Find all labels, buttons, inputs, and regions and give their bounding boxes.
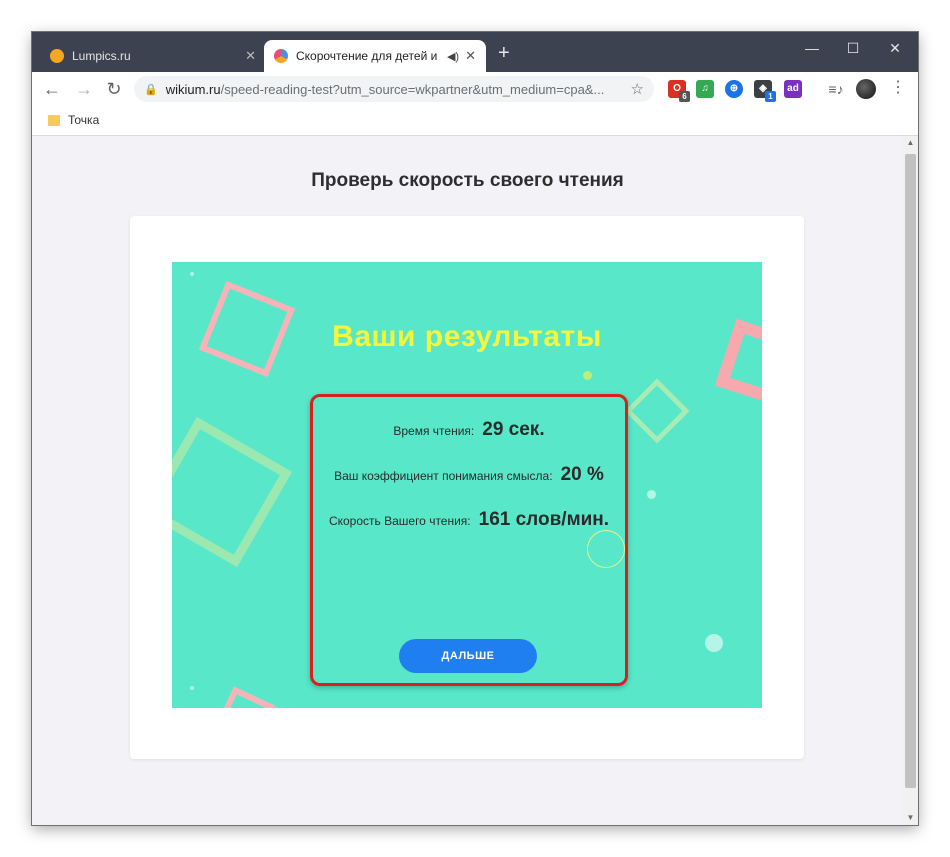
reading-time-row: Время чтения: 29 сек. <box>313 419 625 441</box>
scroll-up-icon[interactable]: ▲ <box>903 136 918 150</box>
scroll-down-icon[interactable]: ▼ <box>903 811 918 825</box>
decor-dot <box>705 634 723 652</box>
tab-strip: Lumpics.ru ✕ Скорочтение для детей и в ◀… <box>32 32 918 72</box>
decor-square <box>172 416 293 568</box>
lock-icon: 🔒 <box>144 83 158 96</box>
scroll-thumb[interactable] <box>905 154 916 788</box>
scrollbar[interactable]: ▲ ▼ <box>903 136 918 825</box>
adblock-icon[interactable]: ad <box>784 80 802 98</box>
forward-arrow-icon[interactable]: → <box>72 77 96 101</box>
speed-label: Скорость Вашего чтения: <box>328 514 471 528</box>
results-panel-highlight: Время чтения: 29 сек. Ваш коэффициент пон… <box>310 394 628 686</box>
extension-badge: 6 <box>679 91 690 102</box>
comprehension-label: Ваш коэффициент понимания смысла: <box>334 469 553 483</box>
speed-row: Скорость Вашего чтения: 161 слов/мин. <box>313 509 625 531</box>
decor-dot <box>583 371 592 380</box>
close-icon[interactable]: ✕ <box>465 48 476 64</box>
url-host: wikium.ru <box>165 81 221 97</box>
bookmark-label: Точка <box>68 113 100 127</box>
music-icon[interactable]: ♫ <box>696 80 714 98</box>
maximize-button[interactable]: ☐ <box>838 36 868 60</box>
avatar[interactable] <box>856 79 876 99</box>
reload-icon[interactable]: ↻ <box>102 77 126 101</box>
page-title: Проверь скорость своего чтения <box>311 170 624 191</box>
menu-kebab-icon[interactable]: ⋮ <box>890 77 906 97</box>
test-card: Ваши результаты Время чтения: 29 сек. Ваш… <box>130 216 804 759</box>
bookmark-star-icon[interactable]: ☆ <box>631 80 644 98</box>
media-control-icon[interactable]: ≡♪ <box>824 77 848 101</box>
results-title: Ваши результаты <box>332 320 602 353</box>
tab-title: Lumpics.ru <box>72 49 131 63</box>
address-bar[interactable]: 🔒 wikium.ru /speed-reading-test?utm_sour… <box>134 76 654 102</box>
url-path: /speed-reading-test?utm_source=wkpartner… <box>220 81 605 97</box>
globe-icon[interactable]: ⊕ <box>725 80 743 98</box>
minimize-button[interactable]: — <box>797 36 827 60</box>
cube-icon[interactable]: ◈ 1 <box>754 80 776 102</box>
results-screen: Ваши результаты Время чтения: 29 сек. Ваш… <box>172 262 762 708</box>
bookmarks-bar: Точка <box>32 106 918 136</box>
speaker-icon[interactable]: ◀) <box>447 50 459 63</box>
lumpics-favicon-icon <box>50 49 64 63</box>
close-window-button[interactable]: ✕ <box>880 36 910 60</box>
comprehension-value: 20 % <box>560 464 604 485</box>
extension-badge: 1 <box>765 91 776 102</box>
comprehension-row: Ваш коэффициент понимания смысла: 20 % <box>313 464 625 486</box>
close-icon[interactable]: ✕ <box>245 48 256 64</box>
tab-wikium[interactable]: Скорочтение для детей и в ◀) ✕ <box>264 40 486 72</box>
folder-icon <box>48 114 60 126</box>
tab-lumpics[interactable]: Lumpics.ru ✕ <box>40 40 266 72</box>
next-button[interactable]: ДАЛЬШЕ <box>399 639 537 673</box>
bookmark-folder[interactable]: Точка <box>48 113 99 127</box>
new-tab-button[interactable]: + <box>498 43 510 63</box>
decor-square <box>624 378 690 444</box>
wikium-favicon-icon <box>274 49 288 63</box>
reading-time-value: 29 сек. <box>482 419 545 440</box>
reading-time-label: Время чтения: <box>393 424 475 438</box>
decor-square <box>214 686 276 708</box>
page-content: Проверь скорость своего чтения Ваши резу… <box>32 136 903 825</box>
toolbar: ← → ↻ 🔒 wikium.ru /speed-reading-test?ut… <box>32 72 918 106</box>
decor-dot <box>647 490 656 499</box>
browser-window: Lumpics.ru ✕ Скорочтение для детей и в ◀… <box>32 32 918 825</box>
opera-icon[interactable]: O6 <box>668 80 690 102</box>
back-arrow-icon[interactable]: ← <box>40 77 64 101</box>
decor-dot <box>190 686 194 690</box>
tab-title: Скорочтение для детей и в <box>296 49 441 63</box>
speed-value: 161 слов/мин. <box>478 509 610 530</box>
decor-dot <box>190 272 194 276</box>
